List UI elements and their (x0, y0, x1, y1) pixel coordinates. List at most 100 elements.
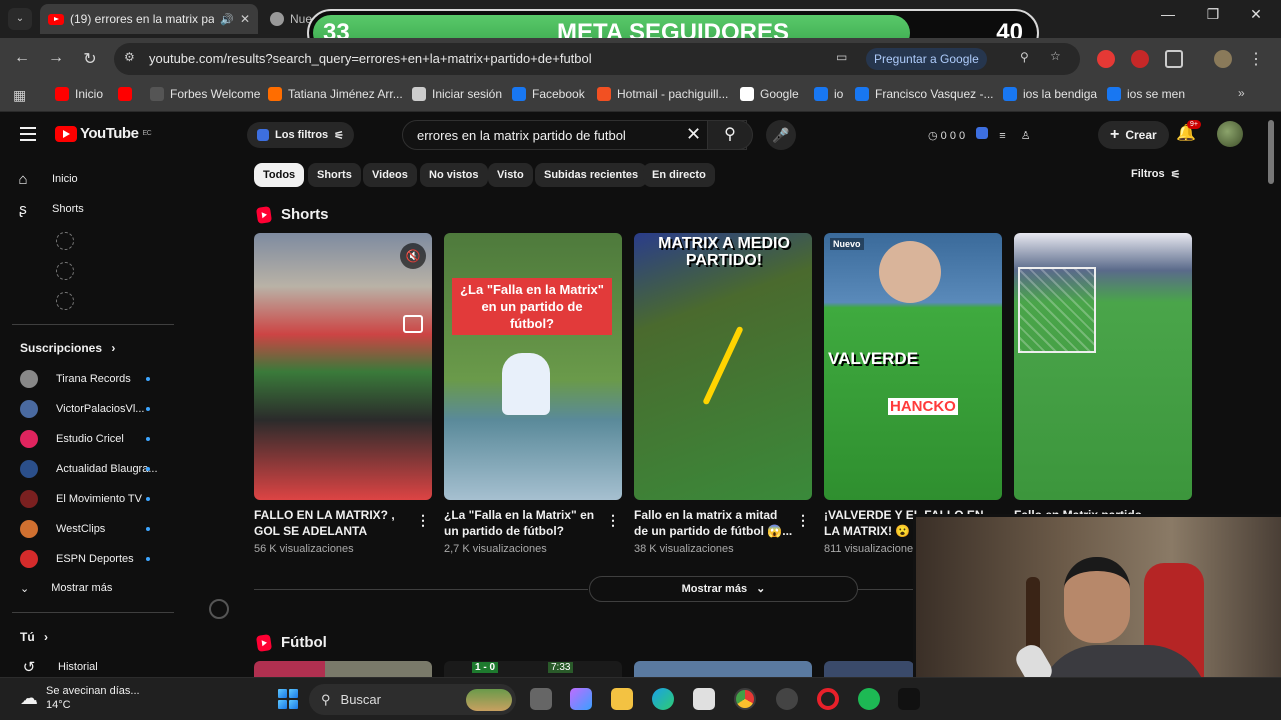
bookmark-item[interactable]: Tatiana Jiménez Arr... (268, 87, 403, 101)
task-view-icon[interactable] (530, 688, 552, 710)
subscription-item[interactable]: El Movimiento TV (20, 489, 142, 509)
bookmark-item[interactable]: Inicio (55, 87, 103, 101)
video-thumbnail[interactable]: 1 - 0 7:33 (444, 661, 622, 677)
weather-widget[interactable]: ☁ Se avecinan días... 14°C (20, 684, 140, 712)
mute-icon[interactable]: 🔇 (400, 243, 426, 269)
filtros-button[interactable]: Filtros ⚟ (1131, 168, 1181, 181)
apps-grid-icon[interactable]: ▦ (13, 87, 26, 104)
bookmark-item[interactable]: Google (740, 87, 799, 101)
bookmark-star-icon[interactable]: ☆ (1050, 49, 1061, 63)
extensions-puzzle-icon[interactable] (1165, 50, 1183, 68)
filter-chip[interactable]: Shorts (308, 163, 361, 187)
maximize-icon[interactable]: ❐ (1198, 6, 1228, 23)
menu-hamburger-icon[interactable] (20, 127, 36, 145)
profile-avatar[interactable] (1214, 50, 1232, 68)
edge-icon[interactable] (652, 688, 674, 710)
close-tab-icon[interactable]: ✕ (240, 12, 250, 26)
store-icon[interactable] (693, 688, 715, 710)
subscription-item[interactable]: Estudio Cricel (20, 429, 124, 449)
bookmark-item[interactable] (118, 87, 138, 101)
short-title[interactable]: ¿La "Falla en la Matrix" en un partido d… (444, 507, 604, 539)
bookmark-item[interactable]: ios se men (1107, 87, 1185, 101)
filter-chip[interactable]: Videos (363, 163, 417, 187)
tiktok-icon[interactable] (898, 688, 920, 710)
extension-badge-icon[interactable] (1131, 50, 1149, 68)
short-thumbnail[interactable]: 🔇 (254, 233, 432, 500)
create-button[interactable]: + Crear (1098, 121, 1169, 149)
page-scrollbar[interactable] (1268, 120, 1274, 184)
zoom-icon[interactable]: ⚲ (1020, 50, 1029, 64)
browser-menu-icon[interactable]: ⋮ (1244, 49, 1268, 69)
list-icon[interactable]: ≡ (999, 130, 1005, 142)
bookmark-item[interactable]: Francisco Vasquez -... (855, 87, 994, 101)
account-avatar[interactable] (1217, 121, 1243, 147)
tab-search-dropdown[interactable]: ⌄ (8, 8, 32, 30)
short-thumbnail[interactable]: MATRIX A MEDIO PARTIDO! (634, 233, 812, 500)
filters-pill[interactable]: Los filtros ⚟ (247, 122, 355, 148)
forward-icon[interactable]: → (44, 49, 68, 67)
video-thumbnail[interactable] (254, 661, 432, 677)
filter-chip[interactable]: Subidas recientes (535, 163, 648, 187)
award-icon[interactable]: ♙ (1021, 130, 1031, 142)
more-bookmarks-icon[interactable]: » (1238, 86, 1245, 100)
you-heading[interactable]: Tú › (20, 630, 48, 644)
short-thumbnail[interactable] (1014, 233, 1192, 500)
subscription-item[interactable]: VictorPalaciosVl... (20, 399, 144, 419)
youtube-logo[interactable]: YouTube EC (55, 125, 152, 142)
short-thumbnail[interactable]: Nuevo VALVERDE HANCKO (824, 233, 1002, 500)
file-explorer-icon[interactable] (611, 688, 633, 710)
more-options-icon[interactable]: ⋮ (606, 512, 620, 529)
speaker-icon[interactable]: 🔊 (220, 13, 234, 26)
close-window-icon[interactable]: ✕ (1241, 6, 1271, 23)
reload-icon[interactable]: ↻ (78, 49, 102, 69)
filter-chip[interactable]: Visto (488, 163, 533, 187)
copilot-icon[interactable] (570, 688, 592, 710)
bookmark-item[interactable]: Hotmail - pachiguill... (597, 87, 728, 101)
sidebar-item-inicio[interactable]: ⌂ Inicio (12, 166, 77, 192)
show-more-shorts-button[interactable]: Mostrar más ⌄ (589, 576, 858, 602)
subscription-item[interactable]: WestClips (20, 519, 105, 539)
bookmark-item[interactable]: ios la bendiga (1003, 87, 1097, 101)
video-thumbnail[interactable] (634, 661, 812, 677)
tab-youtube-results[interactable]: (19) errores en la matrix pa 🔊 ✕ (40, 4, 258, 34)
search-button[interactable]: ⚲ (707, 120, 753, 150)
filter-chip[interactable]: No vistos (420, 163, 488, 187)
show-more-subs[interactable]: ⌄ Mostrar más (20, 575, 112, 601)
search-query[interactable]: errores en la matrix partido de futbol (417, 128, 626, 143)
bookmark-item[interactable]: Iniciar sesión (412, 87, 502, 101)
site-info-icon[interactable]: ⚙ (124, 50, 135, 64)
subscription-item[interactable]: ESPN Deportes (20, 549, 134, 569)
pip-icon[interactable] (403, 315, 423, 333)
voice-search-mic-icon[interactable]: 🎤 (766, 120, 796, 150)
sidebar-item-shorts[interactable]: ʂ Shorts (12, 196, 84, 222)
filter-chip[interactable]: En directo (643, 163, 715, 187)
extension-shield-icon[interactable] (1097, 50, 1115, 68)
start-menu-icon[interactable] (278, 689, 298, 709)
app-icon[interactable] (776, 688, 798, 710)
bookmark-item[interactable]: Forbes Welcome (150, 87, 260, 101)
opera-icon[interactable] (817, 688, 839, 710)
subscription-item[interactable]: Tirana Records (20, 369, 131, 389)
omnibox[interactable]: ⚙ youtube.com/results?search_query=error… (114, 43, 1080, 75)
back-icon[interactable]: ← (10, 49, 34, 67)
more-options-icon[interactable]: ⋮ (796, 512, 810, 529)
clear-search-icon[interactable]: ✕ (686, 124, 701, 145)
ask-google-button[interactable]: Preguntar a Google (866, 48, 987, 70)
more-options-icon[interactable]: ⋮ (416, 512, 430, 529)
bookmark-item[interactable]: io (814, 87, 843, 101)
short-title[interactable]: FALLO EN LA MATRIX? , GOL SE ADELANTA (254, 507, 414, 539)
chrome-icon[interactable] (734, 688, 756, 710)
video-thumbnail[interactable] (824, 661, 914, 677)
bookmark-item[interactable]: Facebook (512, 87, 585, 101)
cast-icon[interactable]: ▭ (836, 50, 847, 64)
subscription-item[interactable]: Actualidad Blaugra... (20, 459, 158, 479)
search-input[interactable]: errores en la matrix partido de futbol ✕ (402, 120, 747, 150)
ext-icon[interactable] (976, 127, 989, 139)
url-text[interactable]: youtube.com/results?search_query=errores… (149, 51, 592, 66)
short-title[interactable]: Fallo en la matrix a mitad de un partido… (634, 507, 794, 539)
minimize-icon[interactable]: — (1153, 6, 1183, 22)
subscriptions-heading[interactable]: Suscripciones › (20, 341, 115, 355)
taskbar-search[interactable]: ⚲ Buscar (309, 684, 516, 715)
filter-chip[interactable]: Todos (254, 163, 305, 187)
spotify-icon[interactable] (858, 688, 880, 710)
